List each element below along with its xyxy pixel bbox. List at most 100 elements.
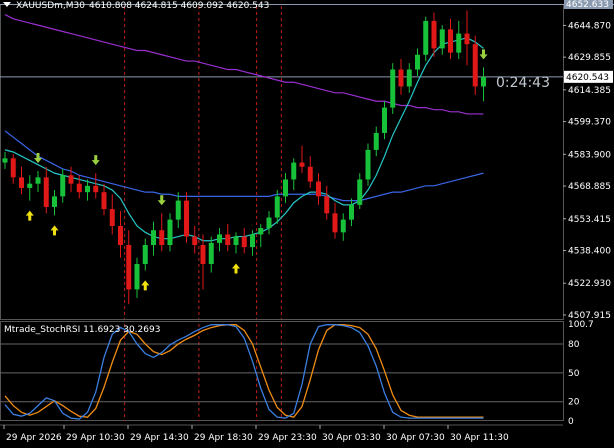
current-price-tag-label: 4620.543 xyxy=(566,73,609,83)
candle-body xyxy=(217,234,222,243)
time-tick-label: 29 Apr 18:30 xyxy=(194,433,253,443)
candle-body xyxy=(250,234,255,248)
indicator-level-label: 50 xyxy=(568,369,580,379)
candle-body xyxy=(324,196,330,214)
time-tick-label: 30 Apr 07:30 xyxy=(386,433,445,443)
candle-body xyxy=(448,29,453,53)
candle-body xyxy=(415,54,420,70)
trading-chart-window: 4644.870 4629.855 4614.385 4599.370 4583.900… xyxy=(0,0,614,448)
time-tick-label: 30 Apr 03:30 xyxy=(322,433,381,443)
candle-body xyxy=(134,264,140,290)
candle-body xyxy=(382,107,387,133)
candle-body xyxy=(406,69,412,87)
ma-slow-line xyxy=(4,14,484,115)
candle-body xyxy=(398,69,404,87)
indicator-level-label: 0 xyxy=(568,417,574,427)
stoch-main-line xyxy=(4,324,484,420)
candle-body xyxy=(60,175,66,197)
candle-body xyxy=(43,177,49,207)
candle-body xyxy=(76,183,82,193)
time-tick-label: 29 Apr 14:30 xyxy=(130,433,189,443)
chart-ohlc: 4610.808 4624.815 4609.092 4620.543 xyxy=(89,1,270,11)
candle-body xyxy=(225,234,231,246)
candle-body xyxy=(109,209,115,226)
candle-body xyxy=(200,245,206,265)
buy-arrow-icon xyxy=(50,225,59,236)
candle-body xyxy=(126,245,132,290)
candle-body xyxy=(274,196,280,218)
price-tick-label: 4522.930 xyxy=(568,279,611,289)
candle-body xyxy=(93,185,99,193)
candle-body xyxy=(423,20,429,55)
candle-body xyxy=(439,29,445,49)
candle-body xyxy=(349,204,354,220)
candle-body xyxy=(365,149,371,180)
candle-body xyxy=(10,158,16,178)
candle-body xyxy=(291,162,297,180)
sell-arrow-icon xyxy=(91,155,100,166)
time-tick-label: 29 Apr 10:30 xyxy=(66,433,125,443)
candle-body xyxy=(68,175,74,184)
candle-body xyxy=(192,236,198,246)
candle-body xyxy=(27,183,33,188)
price-tick-label: 4583.900 xyxy=(568,150,611,160)
candle-body xyxy=(208,242,214,265)
candle-body xyxy=(52,196,57,207)
buy-arrow-icon xyxy=(141,280,150,291)
candle-body xyxy=(307,166,313,182)
price-tick-label: 4538.400 xyxy=(568,247,611,257)
candle-body xyxy=(175,200,181,220)
candle-body xyxy=(184,200,189,237)
candle-body xyxy=(431,20,437,49)
candle-body xyxy=(241,236,247,248)
main-plot-frame xyxy=(0,4,564,320)
time-tick-label: 30 Apr 11:30 xyxy=(450,433,509,443)
candle-body xyxy=(118,225,123,246)
candle-body xyxy=(316,181,321,197)
countdown-timer: 0:24:43 xyxy=(496,75,550,91)
top-price-tag-label: 4652.633 xyxy=(566,0,609,10)
candle-body xyxy=(332,213,338,233)
time-tick-label: 29 Apr 2026 xyxy=(6,433,62,443)
candle-body xyxy=(390,69,396,108)
candle-body xyxy=(35,177,41,184)
candle-body xyxy=(151,230,156,246)
candle-body xyxy=(266,217,272,229)
candle-body xyxy=(340,219,346,233)
sell-arrow-icon xyxy=(157,195,166,206)
candle-body xyxy=(2,158,8,163)
chart-canvas[interactable]: 4644.870 4629.855 4614.385 4599.370 4583.900… xyxy=(0,0,614,448)
sell-arrow-icon xyxy=(479,49,488,60)
time-tick-label: 29 Apr 23:30 xyxy=(258,433,317,443)
candle-body xyxy=(142,245,148,265)
price-tick-label: 4568.885 xyxy=(568,182,611,192)
candle-body xyxy=(167,219,173,246)
price-tick-label: 4614.385 xyxy=(568,86,611,96)
price-tick-label: 4644.870 xyxy=(568,21,611,31)
candle-body xyxy=(481,76,486,87)
candle-body xyxy=(233,236,239,246)
candle-body xyxy=(464,33,470,45)
candle-body xyxy=(299,162,305,167)
price-tick-label: 4629.855 xyxy=(568,53,611,63)
buy-arrow-icon xyxy=(25,210,34,221)
candle-body xyxy=(159,230,165,246)
price-tick-label: 4553.415 xyxy=(568,215,611,225)
price-tick-label: 4599.370 xyxy=(568,118,611,128)
indicator-label: Mtrade_StochRSI 11.6923 30.2693 xyxy=(4,325,161,335)
indicator-level-label: 20 xyxy=(568,398,580,408)
candle-body xyxy=(472,44,478,87)
chart-symbol: XAUUSDm,M30 xyxy=(16,1,85,11)
indicator-level-label: 80 xyxy=(568,340,580,350)
candle-body xyxy=(373,132,379,150)
candle-body xyxy=(85,185,90,193)
candle-body xyxy=(283,179,288,197)
ma-fast-line xyxy=(4,37,484,242)
candle-body xyxy=(101,192,107,210)
candle-body xyxy=(456,33,462,53)
candle-body xyxy=(19,177,24,188)
indicator-frame xyxy=(0,321,564,421)
candle-body xyxy=(357,179,363,205)
candle-body xyxy=(258,228,264,235)
indicator-level-label: 100.7 xyxy=(568,320,594,330)
